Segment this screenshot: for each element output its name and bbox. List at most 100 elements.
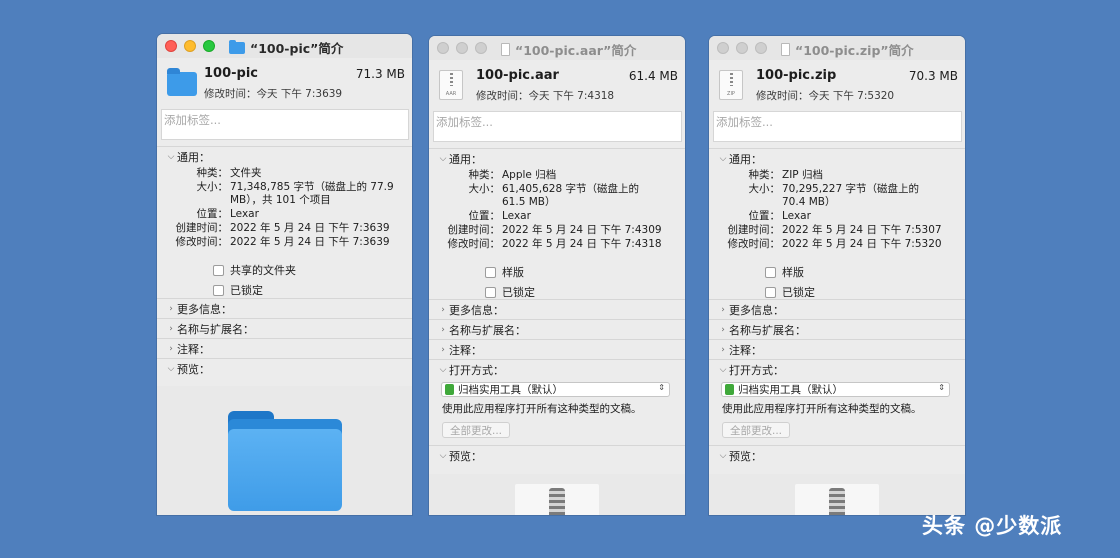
archive-utility-icon [725,384,734,395]
archive-file-icon: AAR [439,70,463,100]
document-icon [501,43,510,56]
folder-icon [167,68,197,96]
chevron-right-icon: › [721,324,725,335]
size-value-line2: 70.4 MB） [782,196,836,208]
chevron-updown-icon: ⇕ [658,383,665,392]
minimize-button[interactable] [184,40,196,52]
open-with-select[interactable]: 归档实用工具（默认） ⇕ [441,382,670,397]
name-extension-section[interactable]: › 名称与扩展名： [157,318,412,338]
chevron-updown-icon: ⇕ [938,383,945,392]
kind-label: 种类： [468,169,501,181]
general-header[interactable]: ⌵ 通用： [709,149,965,168]
close-button[interactable] [165,40,177,52]
comments-section[interactable]: › 注释： [429,339,685,359]
created-value: 2022 年 5 月 24 日 下午 7:3639 [230,222,390,234]
chevron-right-icon: › [721,304,725,315]
more-info-section[interactable]: › 更多信息： [709,299,965,319]
where-value: Lexar [230,208,259,220]
title-bar[interactable]: “100-pic.zip”简介 [709,36,965,60]
minimize-button[interactable] [456,42,468,54]
modified-label: 修改时间： [175,236,229,248]
created-value: 2022 年 5 月 24 日 下午 7:4309 [502,224,662,236]
chevron-right-icon: › [721,344,725,355]
general-header[interactable]: ⌵ 通用： [157,147,412,166]
kind-label: 种类： [196,167,229,179]
where-value: Lexar [782,210,811,222]
size-value-line1: 61,405,628 字节（磁盘上的 [502,183,639,195]
comments-section[interactable]: › 注释： [709,339,965,359]
where-value: Lexar [502,210,531,222]
chevron-right-icon: › [441,324,445,335]
file-name: 100-pic.aar [476,68,559,83]
size-value-line1: 70,295,227 字节（磁盘上的 [782,183,919,195]
close-button[interactable] [437,42,449,54]
tags-input[interactable]: 添加标签... [433,111,682,142]
open-with-section: ⌵ 打开方式： 归档实用工具（默认） ⇕ 使用此应用程序打开所有这种类型的文稿。 … [429,359,685,445]
close-button[interactable] [717,42,729,54]
where-label: 位置： [196,208,229,220]
title-bar[interactable]: “100-pic”简介 [157,34,412,58]
chevron-down-icon: ⌵ [439,153,447,164]
folder-icon [229,39,245,54]
chevron-right-icon: › [169,323,173,334]
modified-value: 2022 年 5 月 24 日 下午 7:4318 [502,238,662,250]
info-window-folder: “100-pic”简介 100-pic 71.3 MB 修改时间：今天 下午 7… [157,34,412,515]
size-label: 大小： [468,183,501,195]
open-with-description: 使用此应用程序打开所有这种类型的文稿。 [722,403,922,415]
zoom-button[interactable] [203,40,215,52]
created-label: 创建时间： [727,224,781,236]
chevron-down-icon: ⌵ [719,153,727,164]
zoom-button[interactable] [755,42,767,54]
change-all-button[interactable]: 全部更改... [442,422,511,438]
info-window-aar: “100-pic.aar”简介 AAR 100-pic.aar 61.4 MB … [429,36,685,515]
more-info-section[interactable]: › 更多信息： [157,298,412,318]
shared-folder-checkbox[interactable]: 共享的文件夹 [213,262,296,278]
archive-preview-icon [515,484,599,515]
open-with-description: 使用此应用程序打开所有这种类型的文稿。 [442,403,642,415]
modified-label: 修改时间： [447,238,501,250]
file-name: 100-pic.zip [756,68,837,83]
comments-section[interactable]: › 注释： [157,338,412,358]
kind-label: 种类： [748,169,781,181]
window-title: “100-pic.aar”简介 [515,43,637,58]
stationery-checkbox[interactable]: 样版 [765,264,804,280]
chevron-down-icon: ⌵ [167,151,175,162]
more-info-section[interactable]: › 更多信息： [429,299,685,319]
created-value: 2022 年 5 月 24 日 下午 7:5307 [782,224,942,236]
zoom-button[interactable] [475,42,487,54]
folder-preview-icon [228,411,342,511]
zip-preview-icon [795,484,879,515]
change-all-button[interactable]: 全部更改... [722,422,791,438]
stationery-checkbox[interactable]: 样版 [485,264,524,280]
file-size: 61.4 MB [628,69,678,83]
locked-checkbox[interactable]: 已锁定 [765,284,815,300]
window-title: “100-pic.zip”简介 [795,43,914,58]
chevron-right-icon: › [169,343,173,354]
file-size: 70.3 MB [908,69,958,83]
info-window-zip: “100-pic.zip”简介 ZIP 100-pic.zip 70.3 MB … [709,36,965,515]
locked-checkbox[interactable]: 已锁定 [213,282,263,298]
locked-checkbox[interactable]: 已锁定 [485,284,535,300]
kind-value: Apple 归档 [502,169,557,181]
size-value-line2: MB），共 101 个项目 [230,194,331,206]
size-value-line2: 61.5 MB） [502,196,556,208]
chevron-down-icon: ⌵ [719,364,727,375]
kind-value: 文件夹 [230,167,262,179]
preview-area [709,474,965,515]
zip-file-icon: ZIP [719,70,743,100]
size-value-line1: 71,348,785 字节（磁盘上的 77.9 [230,181,394,193]
preview-section: ⌵ 预览： [709,445,965,465]
preview-area [157,386,412,515]
minimize-button[interactable] [736,42,748,54]
tags-input[interactable]: 添加标签... [713,111,962,142]
open-with-select[interactable]: 归档实用工具（默认） ⇕ [721,382,950,397]
name-extension-section[interactable]: › 名称与扩展名： [429,319,685,339]
kind-value: ZIP 归档 [782,169,823,181]
preview-area [429,474,685,515]
name-extension-section[interactable]: › 名称与扩展名： [709,319,965,339]
tags-input[interactable]: 添加标签... [161,109,409,140]
general-header[interactable]: ⌵ 通用： [429,149,685,168]
file-size: 71.3 MB [355,67,405,81]
modified-summary: 修改时间：今天 下午 7:5320 [756,90,895,102]
title-bar[interactable]: “100-pic.aar”简介 [429,36,685,60]
